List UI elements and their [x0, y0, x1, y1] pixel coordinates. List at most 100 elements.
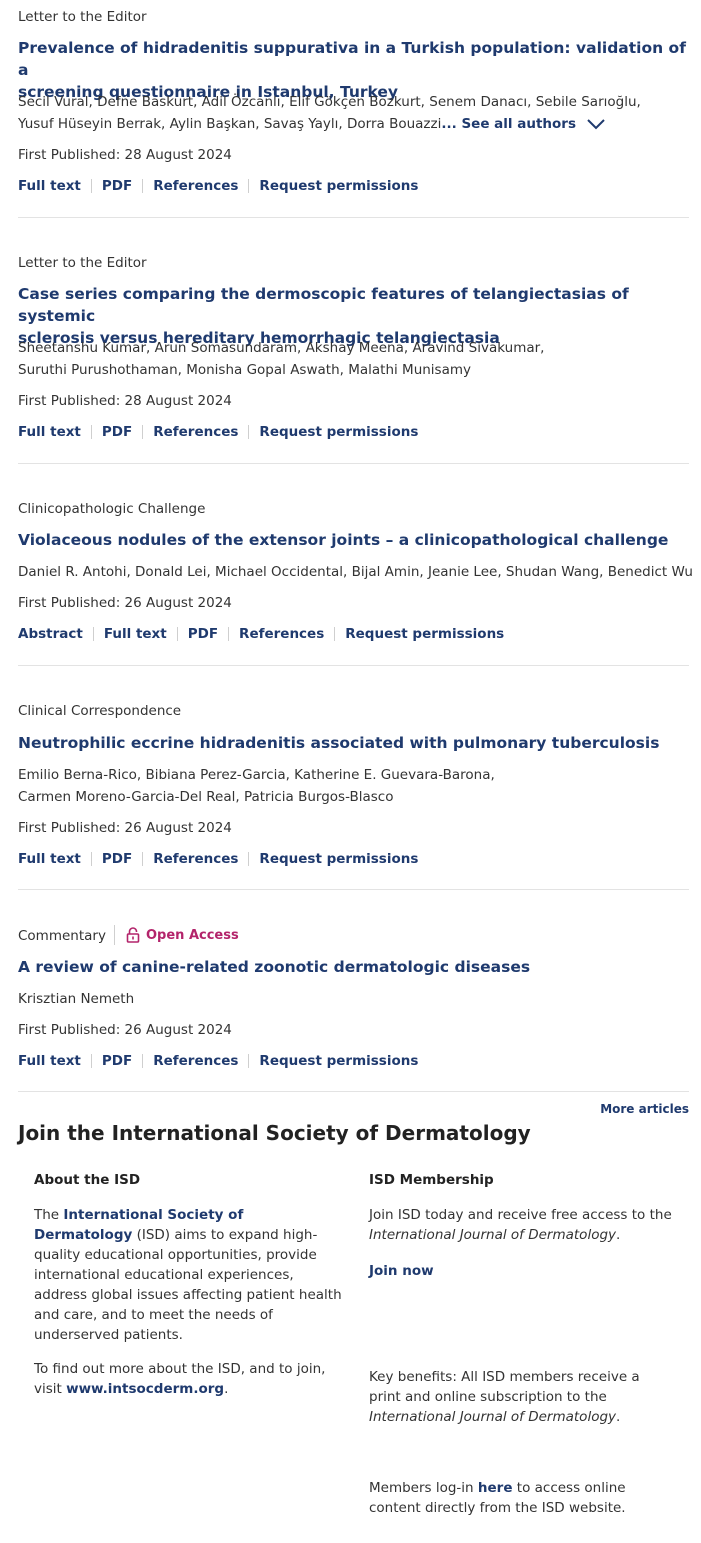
full-text-link[interactable]: Full text — [104, 626, 167, 642]
article-item: Clinicopathologic Challenge Violaceous n… — [18, 492, 693, 652]
first-published: First Published: 28 August 2024 — [18, 147, 232, 163]
type-separator — [114, 925, 115, 945]
references-link[interactable]: References — [153, 424, 238, 440]
article-links: Full text PDF References Request permiss… — [18, 851, 418, 867]
about-isd-description: The International Society of Dermatology… — [34, 1205, 346, 1345]
article-item: Letter to the Editor Prevalence of hidra… — [18, 0, 689, 200]
article-type: Letter to the Editor — [18, 9, 147, 25]
see-all-authors-label[interactable]: ... See all authors — [441, 116, 576, 132]
full-text-link[interactable]: Full text — [18, 851, 81, 867]
first-published: First Published: 26 August 2024 — [18, 1022, 232, 1038]
request-permissions-link[interactable]: Request permissions — [259, 851, 418, 867]
article-links: Abstract Full text PDF References Reques… — [18, 626, 504, 642]
full-text-link[interactable]: Full text — [18, 424, 81, 440]
first-published: First Published: 26 August 2024 — [18, 595, 232, 611]
divider — [18, 463, 689, 464]
request-permissions-link[interactable]: Request permissions — [259, 178, 418, 194]
about-isd-heading: About the ISD — [34, 1172, 141, 1188]
link-separator — [90, 179, 92, 193]
request-permissions-link[interactable]: Request permissions — [259, 424, 418, 440]
members-login-link[interactable]: here — [478, 1480, 513, 1496]
text: Key benefits: All ISD members receive a … — [369, 1369, 640, 1405]
lock-icon — [126, 927, 140, 943]
author-list: Emilio Berna-Rico, Bibiana Perez-Garcia,… — [18, 764, 689, 808]
article-links: Full text PDF References Request permiss… — [18, 424, 418, 440]
join-now-link[interactable]: Join now — [369, 1263, 434, 1279]
link-separator — [334, 627, 336, 641]
article-title-line[interactable]: Case series comparing the dermoscopic fe… — [18, 283, 689, 327]
isd-membership-heading: ISD Membership — [369, 1172, 494, 1188]
text: Join ISD today and receive free access t… — [369, 1207, 672, 1223]
article-type: Commentary — [18, 928, 106, 944]
journal-name: International Journal of Dermatology — [369, 1409, 617, 1425]
text: (ISD) aims to expand high-quality educat… — [34, 1227, 342, 1343]
pdf-link[interactable]: PDF — [102, 178, 132, 194]
author-line: Yusuf Hüseyin Berrak, Aylin Başkan, Sava… — [18, 116, 442, 132]
open-access-label: Open Access — [146, 927, 239, 943]
references-link[interactable]: References — [239, 626, 324, 642]
article-title-line[interactable]: Violaceous nodules of the extensor joint… — [18, 529, 689, 551]
references-link[interactable]: References — [153, 1053, 238, 1069]
isd-section-title: Join the International Society of Dermat… — [18, 1121, 531, 1145]
article-title[interactable]: Violaceous nodules of the extensor joint… — [18, 529, 689, 551]
join-now-wrapper: Join now — [369, 1261, 434, 1281]
link-separator — [248, 1054, 250, 1068]
author-line: Suruthi Purushothaman, Monisha Gopal Asw… — [18, 362, 472, 378]
request-permissions-link[interactable]: Request permissions — [259, 1053, 418, 1069]
link-separator — [142, 179, 144, 193]
membership-intro: Join ISD today and receive free access t… — [369, 1205, 674, 1245]
article-title-line[interactable]: Neutrophilic eccrine hidradenitis associ… — [18, 732, 689, 754]
chevron-down-icon[interactable] — [586, 118, 606, 130]
text: The — [34, 1207, 64, 1223]
author-list: Krisztian Nemeth — [18, 988, 689, 1010]
link-separator — [248, 852, 250, 866]
references-link[interactable]: References — [153, 178, 238, 194]
article-title[interactable]: A review of canine-related zoonotic derm… — [18, 956, 689, 978]
text: . — [616, 1409, 621, 1425]
divider — [18, 665, 689, 666]
divider — [18, 889, 689, 890]
journal-name: International Journal of Dermatology — [369, 1227, 617, 1243]
text: . — [224, 1381, 229, 1397]
divider — [18, 1091, 689, 1092]
pdf-link[interactable]: PDF — [102, 1053, 132, 1069]
text: Members log-in — [369, 1480, 478, 1496]
author-list: Secil Vural, Defne Baskurt, Adil Özcanlı… — [18, 91, 689, 135]
link-separator — [228, 627, 230, 641]
references-link[interactable]: References — [153, 851, 238, 867]
article-title-line[interactable]: A review of canine-related zoonotic derm… — [18, 956, 689, 978]
article-item: Letter to the Editor Case series compari… — [18, 246, 689, 446]
pdf-link[interactable]: PDF — [102, 424, 132, 440]
link-separator — [90, 1054, 92, 1068]
link-separator — [248, 179, 250, 193]
author-line: Krisztian Nemeth — [18, 991, 135, 1007]
isd-membership-column: ISD Membership Join ISD today and receiv… — [369, 1170, 674, 1520]
article-title-line[interactable]: Prevalence of hidradenitis suppurativa i… — [18, 37, 689, 81]
intsocderm-link[interactable]: www.intsocderm.org — [66, 1381, 224, 1397]
divider — [18, 217, 689, 218]
request-permissions-link[interactable]: Request permissions — [345, 626, 504, 642]
pdf-link[interactable]: PDF — [188, 626, 218, 642]
author-line: Sheetanshu Kumar, Arun Somasundaram, Aks… — [18, 340, 545, 356]
full-text-link[interactable]: Full text — [18, 178, 81, 194]
article-type: Clinical Correspondence — [18, 703, 182, 719]
article-links: Full text PDF References Request permiss… — [18, 178, 418, 194]
author-line: Daniel R. Antohi, Donald Lei, Michael Oc… — [18, 564, 693, 580]
article-type: Clinicopathologic Challenge — [18, 501, 206, 517]
about-isd-column: About the ISD The International Society … — [34, 1170, 346, 1410]
see-all-authors-button[interactable]: ... See all authors — [441, 116, 606, 132]
author-line: Carmen Moreno-Garcia-Del Real, Patricia … — [18, 789, 394, 805]
first-published: First Published: 26 August 2024 — [18, 820, 232, 836]
link-separator — [142, 852, 144, 866]
full-text-link[interactable]: Full text — [18, 1053, 81, 1069]
pdf-link[interactable]: PDF — [102, 851, 132, 867]
article-type: Letter to the Editor — [18, 255, 147, 271]
link-separator — [142, 425, 144, 439]
article-title[interactable]: Neutrophilic eccrine hidradenitis associ… — [18, 732, 689, 754]
abstract-link[interactable]: Abstract — [18, 626, 83, 642]
link-separator — [90, 425, 92, 439]
link-separator — [92, 627, 94, 641]
author-list: Sheetanshu Kumar, Arun Somasundaram, Aks… — [18, 337, 689, 381]
more-articles-link[interactable]: More articles — [600, 1102, 689, 1116]
article-item: Commentary Open Access A review of canin… — [18, 918, 689, 1083]
